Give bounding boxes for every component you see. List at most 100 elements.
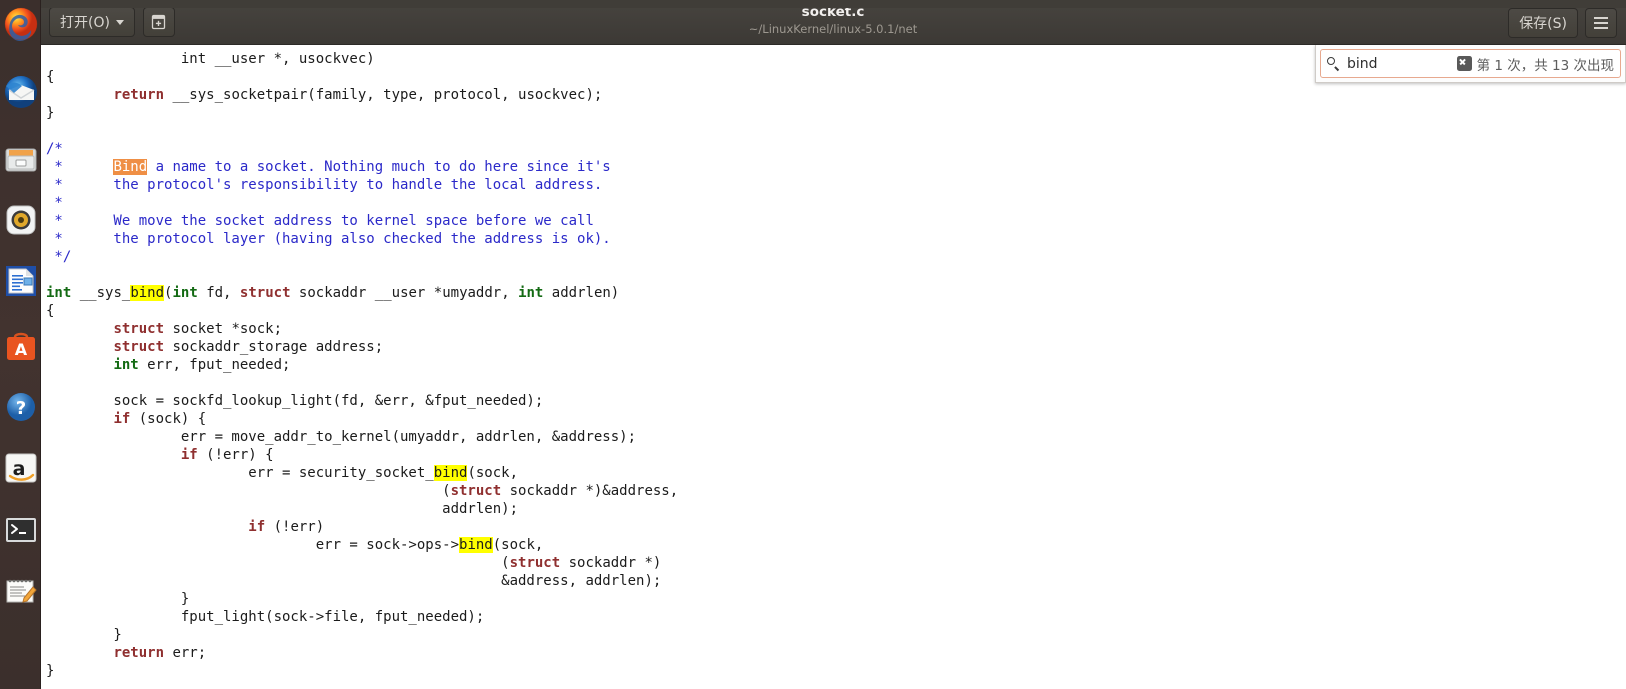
code-token: if [113, 411, 131, 427]
desktop-top-panel [0, 0, 1626, 8]
gedit-window: 打开(O) socket.c ~/LinuxKernel/linux-5.0.1… [40, 0, 1626, 689]
code-token: { [46, 303, 55, 319]
window-title-block: socket.c ~/LinuxKernel/linux-5.0.1/net [40, 3, 1626, 37]
code-token: fput_light(sock->file, fput_needed); [46, 609, 485, 625]
code-token: struct [113, 339, 165, 355]
code-token: (!err) { [197, 447, 274, 463]
svg-text:?: ? [16, 398, 26, 419]
source-code[interactable]: int __user *, usockvec) { return __sys_s… [46, 50, 678, 689]
launcher-item-rhythmbox[interactable] [3, 202, 39, 238]
chevron-down-icon [115, 19, 124, 25]
new-document-button[interactable] [142, 7, 175, 37]
code-token: a name to a socket. Nothing much to do h… [147, 159, 611, 175]
code-token: int __user *, usockvec) [180, 51, 375, 67]
code-token: addrlen); [46, 501, 519, 517]
clear-icon[interactable] [1456, 56, 1472, 71]
code-token: return [113, 87, 165, 103]
code-token: } [46, 105, 55, 121]
svg-text:A: A [15, 340, 28, 359]
ubuntu-software-bag-icon: A [7, 332, 35, 360]
launcher-item-files[interactable] [3, 142, 39, 178]
launcher-item-thunderbird[interactable] [3, 74, 39, 110]
hamburger-menu-icon [1594, 16, 1608, 29]
code-token: * [46, 195, 63, 211]
unity-launcher[interactable]: A ? a [0, 0, 41, 689]
text-editor-icon [6, 579, 37, 603]
code-token: &address, addrlen); [46, 573, 662, 589]
code-token: struct [113, 321, 165, 337]
launcher-item-libreoffice-writer[interactable] [3, 263, 39, 299]
code-token: sockaddr *)&address, [501, 483, 679, 499]
launcher-item-firefox[interactable] [3, 6, 39, 42]
code-token: (sock, [467, 465, 519, 481]
code-token: struct [509, 555, 561, 571]
hamburger-menu-button[interactable] [1585, 7, 1617, 38]
code-token: err = sock->ops-> [46, 537, 460, 553]
code-token: if [248, 519, 266, 535]
search-input[interactable]: bind 第 1 次，共 13 次出现 [1320, 49, 1621, 78]
editor-textview[interactable]: int __user *, usockvec) { return __sys_s… [40, 45, 1626, 689]
code-token: int [113, 357, 139, 373]
search-occurrence-status: 第 1 次，共 13 次出现 [1476, 57, 1614, 74]
code-token: err; [164, 645, 207, 661]
code-token: fd, [197, 285, 240, 301]
code-token: bind [459, 537, 493, 553]
rhythmbox-icon [6, 205, 36, 235]
page-subtitle-path: ~/LinuxKernel/linux-5.0.1/net [748, 22, 918, 36]
code-token: sockaddr *) [560, 555, 662, 571]
code-token: sock = sockfd_lookup_light(fd, &err, &fp… [46, 393, 544, 409]
terminal-icon [6, 518, 36, 542]
save-button[interactable]: 保存(S) [1508, 7, 1578, 38]
files-folder-icon [5, 148, 37, 172]
code-token: sockaddr __user *umyaddr, [290, 285, 519, 301]
code-token: __sys_socketpair(family, type, protocol,… [164, 87, 603, 103]
search-status-group: 第 1 次，共 13 次出现 [1456, 54, 1614, 74]
code-token: (sock, [492, 537, 544, 553]
code-token: * the protocol's responsibility to handl… [46, 177, 603, 193]
code-token: return [113, 645, 165, 661]
libreoffice-writer-icon [6, 266, 36, 296]
code-token: err = move_addr_to_kernel(umyaddr, addrl… [46, 429, 637, 445]
amazon-icon: a [5, 453, 37, 483]
code-token: socket *sock; [164, 321, 283, 337]
code-token: * We move the socket address to kernel s… [46, 213, 594, 229]
code-token: ( [46, 555, 510, 571]
wallpaper-decoration [1434, 633, 1626, 689]
code-token: Bind [113, 159, 148, 175]
firefox-icon [4, 7, 38, 41]
code-token: int [46, 285, 72, 301]
code-token: * the protocol layer (having also checke… [46, 231, 611, 247]
code-token: sockaddr_storage address; [164, 339, 384, 355]
help-question-icon: ? [7, 393, 35, 421]
code-token: ( [46, 483, 451, 499]
new-document-icon [152, 14, 166, 30]
code-token: int [172, 285, 198, 301]
code-token: * [46, 159, 114, 175]
save-button-label: 保存(S) [1519, 15, 1567, 32]
code-token: { [46, 69, 55, 85]
code-token: */ [46, 249, 72, 265]
code-token: struct [450, 483, 502, 499]
open-button-label: 打开(O) [60, 15, 110, 31]
launcher-item-terminal[interactable] [3, 512, 39, 548]
code-token: if [180, 447, 198, 463]
launcher-item-text-editor[interactable] [3, 573, 39, 609]
code-token: bind [130, 285, 165, 301]
search-icon [1327, 57, 1340, 70]
code-token: bind [433, 465, 468, 481]
code-token: err = security_socket_ [46, 465, 434, 481]
open-button[interactable]: 打开(O) [49, 7, 135, 37]
launcher-item-amazon[interactable]: a [3, 450, 39, 486]
code-token: } [46, 663, 55, 679]
launcher-item-ubuntu-software[interactable]: A [3, 328, 39, 364]
launcher-item-help[interactable]: ? [3, 389, 39, 425]
search-popup[interactable]: bind 第 1 次，共 13 次出现 [1315, 45, 1626, 83]
thunderbird-icon [5, 76, 37, 108]
